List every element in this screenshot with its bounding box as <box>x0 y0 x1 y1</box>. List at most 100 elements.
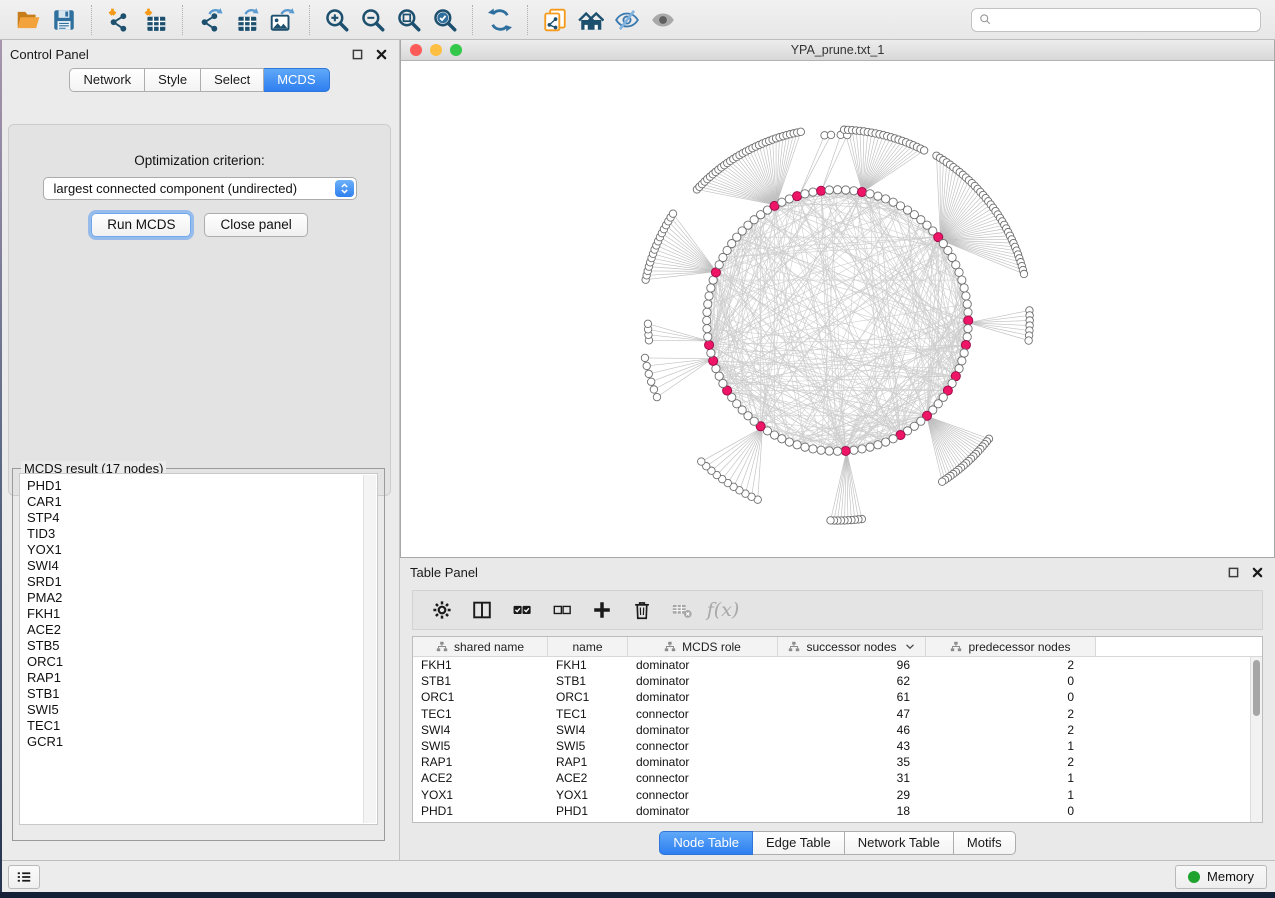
show-columns-icon[interactable] <box>467 595 497 625</box>
mcds-result-node[interactable]: FKH1 <box>27 606 377 622</box>
zoom-selected-icon[interactable] <box>427 4 463 36</box>
mcds-result-node[interactable]: ACE2 <box>27 622 377 638</box>
search-box[interactable] <box>971 8 1261 32</box>
zoom-fit-icon[interactable] <box>391 4 427 36</box>
refresh-network-icon[interactable] <box>482 4 518 36</box>
table-scrollbar-thumb[interactable] <box>1253 660 1260 716</box>
network-canvas[interactable] <box>401 61 1274 557</box>
table-tab-node-table[interactable]: Node Table <box>659 831 753 855</box>
table-row[interactable]: ACE2ACE2connector311 <box>413 770 1262 786</box>
float-table-panel-icon[interactable] <box>1225 564 1241 580</box>
criterion-select[interactable]: largest connected component (undirected) <box>43 177 357 200</box>
table-tab-network-table[interactable]: Network Table <box>845 831 954 855</box>
table-tab-motifs[interactable]: Motifs <box>954 831 1016 855</box>
table-row[interactable]: RAP1RAP1dominator352 <box>413 754 1262 770</box>
mcds-result-node[interactable]: STB1 <box>27 686 377 702</box>
table-row[interactable]: TEC1TEC1connector472 <box>413 706 1262 722</box>
column-type-icon <box>664 641 676 653</box>
task-history-button[interactable] <box>8 865 40 889</box>
table-row[interactable]: FKH1FKH1dominator962 <box>413 657 1262 673</box>
memory-button[interactable]: Memory <box>1175 865 1267 889</box>
table-row[interactable]: SWI4SWI4dominator462 <box>413 722 1262 738</box>
table-tab-edge-table[interactable]: Edge Table <box>753 831 845 855</box>
close-table-panel-icon[interactable] <box>1249 564 1265 580</box>
close-window-icon[interactable] <box>410 44 422 56</box>
float-panel-icon[interactable] <box>349 46 365 62</box>
network-graph[interactable] <box>401 61 1274 559</box>
welcome-screen-icon[interactable] <box>573 4 609 36</box>
zoom-out-icon[interactable] <box>355 4 391 36</box>
toolbar-separator <box>91 5 92 35</box>
close-panel-icon[interactable] <box>373 46 389 62</box>
export-network-icon[interactable] <box>192 4 228 36</box>
tab-select[interactable]: Select <box>201 68 264 92</box>
search-input[interactable] <box>993 13 1254 27</box>
clone-network-icon[interactable] <box>537 4 573 36</box>
criterion-select-value: largest connected component (undirected) <box>54 181 298 196</box>
open-file-icon[interactable] <box>10 4 46 36</box>
import-table-icon[interactable] <box>137 4 173 36</box>
mcds-result-node[interactable]: GCR1 <box>27 734 377 750</box>
mcds-result-node[interactable]: SRD1 <box>27 574 377 590</box>
export-table-icon[interactable] <box>228 4 264 36</box>
mcds-result-node[interactable]: ORC1 <box>27 654 377 670</box>
save-session-icon[interactable] <box>46 4 82 36</box>
tab-mcds[interactable]: MCDS <box>264 68 329 92</box>
network-window-titlebar[interactable]: YPA_prune.txt_1 <box>401 40 1274 61</box>
table-row[interactable]: STB1STB1dominator620 <box>413 673 1262 689</box>
mcds-result-node[interactable]: CAR1 <box>27 494 377 510</box>
import-network-icon[interactable] <box>101 4 137 36</box>
minimize-window-icon[interactable] <box>430 44 442 56</box>
column-header-shared-name[interactable]: shared name <box>413 637 548 656</box>
mcds-result-node[interactable]: SWI4 <box>27 558 377 574</box>
mcds-result-node[interactable]: TEC1 <box>27 718 377 734</box>
control-panel-title: Control Panel <box>10 47 89 62</box>
table-mode-gear-icon[interactable] <box>427 595 457 625</box>
table-row[interactable]: SWI5SWI5connector431 <box>413 738 1262 754</box>
table-body: FKH1FKH1dominator962STB1STB1dominator620… <box>413 657 1262 819</box>
mcds-list-scrollbar[interactable] <box>363 475 376 823</box>
table-row[interactable]: PHD1PHD1dominator180 <box>413 803 1262 819</box>
delete-table-icon[interactable] <box>667 595 697 625</box>
column-header-name[interactable]: name <box>548 637 628 656</box>
mcds-result-list[interactable]: PHD1CAR1STP4TID3YOX1SWI4SRD1PMA2FKH1ACE2… <box>19 473 378 825</box>
sort-desc-icon <box>905 643 915 650</box>
table-row[interactable]: ORC1ORC1dominator610 <box>413 689 1262 705</box>
mcds-result-node[interactable]: RAP1 <box>27 670 377 686</box>
tab-style[interactable]: Style <box>145 68 201 92</box>
column-header-MCDS-role[interactable]: MCDS role <box>628 637 778 656</box>
column-header-predecessor-nodes[interactable]: predecessor nodes <box>926 637 1096 656</box>
column-header-successor-nodes[interactable]: successor nodes <box>778 637 926 656</box>
mcds-result-node[interactable]: PMA2 <box>27 590 377 606</box>
run-mcds-button[interactable]: Run MCDS <box>91 213 191 237</box>
table-row[interactable]: YOX1YOX1connector291 <box>413 787 1262 803</box>
mcds-result-node[interactable]: STP4 <box>27 510 377 526</box>
close-panel-button[interactable]: Close panel <box>204 213 307 237</box>
toolbar-separator <box>527 5 528 35</box>
select-all-icon[interactable] <box>507 595 537 625</box>
column-type-icon <box>436 641 448 653</box>
mcds-result-node[interactable]: YOX1 <box>27 542 377 558</box>
column-type-icon <box>788 641 800 653</box>
show-graphics-details-icon[interactable] <box>645 4 681 36</box>
table-header-row: shared namenameMCDS rolesuccessor nodesp… <box>413 637 1262 657</box>
tab-network[interactable]: Network <box>69 68 145 92</box>
search-icon <box>978 12 993 27</box>
deselect-all-icon[interactable] <box>547 595 577 625</box>
mcds-result-node[interactable]: STB5 <box>27 638 377 654</box>
control-panel-tabs: NetworkStyleSelectMCDS <box>0 68 399 92</box>
export-image-icon[interactable] <box>264 4 300 36</box>
table-scrollbar[interactable] <box>1250 657 1262 822</box>
function-builder-icon[interactable]: f(x) <box>707 595 737 625</box>
mcds-result-node[interactable]: PHD1 <box>27 478 377 494</box>
add-column-icon[interactable] <box>587 595 617 625</box>
maximize-window-icon[interactable] <box>450 44 462 56</box>
hide-graphics-details-icon[interactable] <box>609 4 645 36</box>
zoom-in-icon[interactable] <box>319 4 355 36</box>
mcds-result-node[interactable]: SWI5 <box>27 702 377 718</box>
table-toolbar: f(x) <box>412 590 1263 630</box>
network-window: YPA_prune.txt_1 <box>400 40 1275 558</box>
mcds-result-node[interactable]: TID3 <box>27 526 377 542</box>
mcds-tab-content: Optimization criterion: largest connecte… <box>8 124 391 496</box>
delete-column-icon[interactable] <box>627 595 657 625</box>
